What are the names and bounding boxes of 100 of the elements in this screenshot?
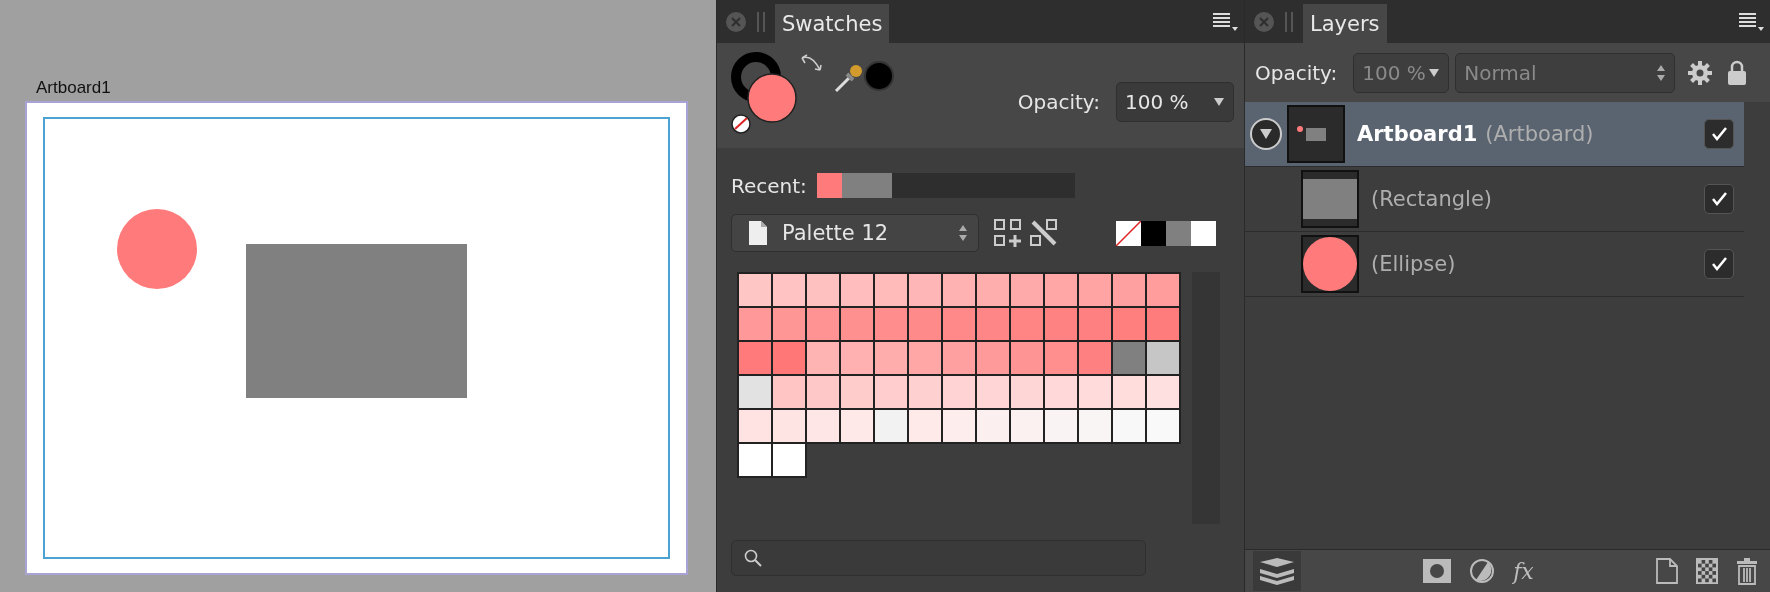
color-swatch[interactable]	[841, 342, 873, 374]
picked-color-swatch[interactable]	[863, 60, 895, 92]
color-swatch[interactable]	[977, 342, 1009, 374]
color-swatch[interactable]	[909, 376, 941, 408]
color-swatch[interactable]	[841, 376, 873, 408]
color-swatch[interactable]	[1166, 220, 1191, 246]
link-swatch-icon[interactable]	[1029, 218, 1059, 248]
color-swatch[interactable]	[807, 376, 839, 408]
grip-icon[interactable]	[757, 11, 765, 32]
effects-button[interactable]: fx	[1513, 558, 1534, 584]
color-swatch[interactable]	[807, 342, 839, 374]
color-swatch[interactable]	[943, 376, 975, 408]
color-swatch[interactable]	[977, 410, 1009, 442]
color-swatch[interactable]	[1113, 342, 1145, 374]
lock-icon[interactable]	[1727, 59, 1748, 86]
color-swatch[interactable]	[1045, 342, 1077, 374]
color-swatch[interactable]	[909, 342, 941, 374]
color-swatch[interactable]	[1045, 308, 1077, 340]
color-swatch[interactable]	[739, 274, 771, 306]
recent-swatch[interactable]	[866, 173, 892, 198]
color-swatch[interactable]	[841, 308, 873, 340]
color-swatch[interactable]	[875, 410, 907, 442]
color-swatch[interactable]	[943, 274, 975, 306]
no-color-swatch[interactable]	[1116, 220, 1141, 246]
color-swatch[interactable]	[1045, 376, 1077, 408]
color-swatch[interactable]	[1147, 308, 1179, 340]
color-swatch[interactable]	[739, 308, 771, 340]
color-swatch[interactable]	[943, 308, 975, 340]
color-swatch[interactable]	[1147, 410, 1179, 442]
color-swatch[interactable]	[739, 342, 771, 374]
adjustment-icon[interactable]	[1469, 558, 1496, 584]
color-swatch[interactable]	[1079, 410, 1111, 442]
color-swatch[interactable]	[943, 342, 975, 374]
color-swatch[interactable]	[875, 274, 907, 306]
color-swatch[interactable]	[1079, 308, 1111, 340]
color-swatch[interactable]	[1011, 308, 1043, 340]
color-swatch[interactable]	[739, 410, 771, 442]
layer-row[interactable]: (Ellipse)	[1245, 232, 1744, 297]
color-swatch[interactable]	[1079, 274, 1111, 306]
trash-icon[interactable]	[1736, 557, 1758, 585]
add-swatch-icon[interactable]	[993, 218, 1023, 248]
color-swatch[interactable]	[909, 308, 941, 340]
color-swatch[interactable]	[1113, 376, 1145, 408]
color-swatch[interactable]	[739, 376, 771, 408]
color-swatch[interactable]	[773, 444, 805, 476]
color-swatch[interactable]	[977, 376, 1009, 408]
color-swatch[interactable]	[773, 376, 805, 408]
visibility-checkbox[interactable]	[1704, 249, 1734, 279]
color-swatch[interactable]	[977, 308, 1009, 340]
color-swatch[interactable]	[875, 342, 907, 374]
panel-tab[interactable]: Swatches	[775, 4, 890, 43]
color-swatch[interactable]	[1191, 220, 1216, 246]
color-swatch[interactable]	[909, 274, 941, 306]
color-swatch[interactable]	[875, 376, 907, 408]
color-swatch[interactable]	[1045, 274, 1077, 306]
search-field[interactable]	[731, 540, 1146, 576]
color-swatch[interactable]	[1011, 410, 1043, 442]
recent-swatch[interactable]	[816, 173, 842, 198]
visibility-checkbox[interactable]	[1704, 184, 1734, 214]
color-swatch[interactable]	[1147, 342, 1179, 374]
color-swatch[interactable]	[773, 308, 805, 340]
color-swatch[interactable]	[1147, 274, 1179, 306]
grip-icon[interactable]	[1285, 11, 1293, 32]
visibility-checkbox[interactable]	[1704, 119, 1734, 149]
color-swatch[interactable]	[1011, 274, 1043, 306]
color-swatch[interactable]	[1079, 342, 1111, 374]
menu-icon[interactable]	[1738, 11, 1764, 32]
layer-row[interactable]: (Rectangle)	[1245, 167, 1744, 232]
color-swatch[interactable]	[909, 410, 941, 442]
color-swatch[interactable]	[1045, 410, 1077, 442]
color-swatch[interactable]	[943, 410, 975, 442]
palette-dropdown[interactable]: Palette 12	[731, 214, 979, 252]
color-swatch[interactable]	[977, 274, 1009, 306]
color-swatch[interactable]	[807, 274, 839, 306]
color-swatch[interactable]	[773, 410, 805, 442]
checkerboard-icon[interactable]	[1696, 558, 1718, 584]
panel-tab[interactable]: Layers	[1303, 4, 1387, 43]
color-swatch[interactable]	[1011, 342, 1043, 374]
eyedropper-icon[interactable]	[833, 62, 863, 94]
new-layer-icon[interactable]	[1656, 558, 1678, 584]
color-swatch[interactable]	[1079, 376, 1111, 408]
color-swatch[interactable]	[1113, 274, 1145, 306]
opacity-dropdown[interactable]: 100 %	[1116, 82, 1234, 122]
recent-swatch[interactable]	[841, 173, 867, 198]
color-swatch[interactable]	[1011, 376, 1043, 408]
color-swatch[interactable]	[1141, 220, 1166, 246]
expand-toggle[interactable]	[1250, 118, 1282, 150]
menu-icon[interactable]	[1212, 11, 1238, 32]
mask-icon[interactable]	[1423, 559, 1452, 583]
color-swatch[interactable]	[1113, 410, 1145, 442]
rectangle-shape[interactable]	[246, 244, 467, 398]
color-swatch[interactable]	[841, 274, 873, 306]
swap-icon[interactable]	[799, 52, 823, 74]
color-swatch[interactable]	[739, 444, 771, 476]
close-icon[interactable]	[1253, 10, 1275, 33]
layer-row[interactable]: Artboard1 (Artboard)	[1245, 102, 1744, 167]
color-swatch[interactable]	[875, 308, 907, 340]
layers-icon[interactable]	[1253, 551, 1301, 591]
color-swatch[interactable]	[807, 410, 839, 442]
color-swatch[interactable]	[807, 308, 839, 340]
